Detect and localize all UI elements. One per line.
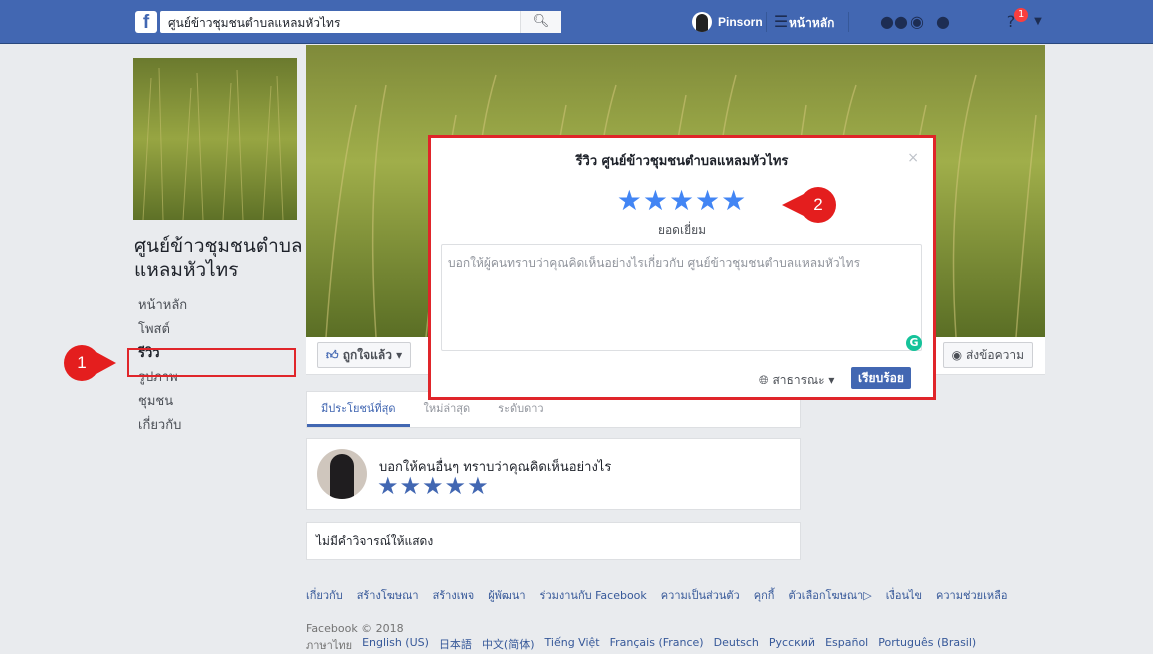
footer-link[interactable]: สร้างเพจ bbox=[433, 586, 475, 604]
grammarly-icon[interactable]: G bbox=[906, 335, 922, 351]
profile-link[interactable]: Pinsorn bbox=[692, 12, 763, 32]
footer-link[interactable]: ความเป็นส่วนตัว bbox=[661, 586, 740, 604]
footer-link[interactable]: คุกกี้ bbox=[754, 586, 775, 604]
messenger-icon: ◉ bbox=[951, 348, 963, 362]
like-label: ถูกใจแล้ว ▾ bbox=[342, 348, 403, 362]
sidebar-item-posts[interactable]: โพสต์ bbox=[134, 318, 299, 342]
language-link[interactable]: 中文(简体) bbox=[482, 636, 535, 654]
language-link[interactable]: 日本語 bbox=[439, 636, 472, 654]
submit-review-button[interactable]: เรียบร้อย bbox=[851, 367, 911, 389]
callout-one: 1 bbox=[64, 345, 116, 381]
sidebar-item-about[interactable]: เกี่ยวกับ bbox=[134, 414, 299, 438]
reviews-highlight-box bbox=[127, 348, 296, 377]
star-rating-input[interactable]: ★★★★★ bbox=[377, 472, 490, 500]
dialog-title: รีวิว ศูนย์ข้าวชุมชนตำบลแหลมหัวไทร bbox=[575, 154, 789, 169]
empty-reviews-message: ไม่มีคำวิจารณ์ให้แสดง bbox=[306, 522, 801, 560]
home-link[interactable]: หน้าหลัก bbox=[789, 14, 834, 33]
thumbs-up-icon: 👍︎ bbox=[326, 348, 339, 362]
language-link[interactable]: Español bbox=[825, 636, 868, 654]
language-list: ภาษาไทย English (US) 日本語 中文(简体) Tiếng Vi… bbox=[306, 636, 976, 654]
footer-link[interactable]: ร่วมงานกับ Facebook bbox=[540, 586, 647, 604]
language-link[interactable]: Deutsch bbox=[714, 636, 759, 654]
review-dialog: รีวิว ศูนย์ข้าวชุมชนตำบลแหลมหัวไทร × ★★★… bbox=[428, 135, 936, 400]
top-navigation-bar: f ศูนย์ข้าวชุมชนตำบลแหลมหัวไทร 🔍︎ Pinsor… bbox=[0, 0, 1153, 44]
language-link[interactable]: Português (Brasil) bbox=[878, 636, 976, 654]
callout-number: 2 bbox=[800, 187, 836, 223]
sidebar-item-home[interactable]: หน้าหลัก bbox=[134, 294, 299, 318]
user-name: Pinsorn bbox=[718, 15, 763, 29]
messenger-icon[interactable]: ◉ bbox=[906, 12, 928, 32]
search-input[interactable]: ศูนย์ข้าวชุมชนตำบลแหลมหัวไทร bbox=[160, 11, 560, 33]
help-icon[interactable]: ? bbox=[1000, 12, 1022, 32]
language-link[interactable]: Tiếng Việt bbox=[545, 636, 600, 654]
privacy-label: สาธารณะ ▾ bbox=[772, 373, 835, 387]
search-icon[interactable]: 🔍︎ bbox=[520, 11, 561, 33]
footer-link[interactable]: เกี่ยวกับ bbox=[306, 586, 343, 604]
write-review-card: บอกให้คนอื่นๆ ทราบว่าคุณคิดเห็นอย่างไร ★… bbox=[306, 438, 801, 510]
star-rating-selector[interactable]: ★★★★★ bbox=[431, 186, 933, 216]
language-link[interactable]: Русский bbox=[769, 636, 815, 654]
page-name[interactable]: ศูนย์ข้าวชุมชนตำบลแหลมหัวไทร bbox=[134, 234, 304, 282]
facebook-logo-icon[interactable]: f bbox=[135, 11, 157, 33]
divider bbox=[848, 12, 849, 32]
rating-label: ยอดเยี่ยม bbox=[657, 223, 707, 237]
like-button[interactable]: 👍︎ ถูกใจแล้ว ▾ bbox=[317, 342, 412, 368]
callout-two: 2 bbox=[782, 187, 836, 223]
send-message-button[interactable]: ◉ ส่งข้อความ bbox=[942, 342, 1033, 368]
globe-icon: 🌐︎ bbox=[759, 373, 769, 387]
footer-link[interactable]: ตัวเลือกโฆษณา▷ bbox=[788, 586, 871, 604]
sidebar-item-community[interactable]: ชุมชน bbox=[134, 390, 299, 414]
copyright-text: Facebook © 2018 bbox=[306, 622, 404, 635]
avatar bbox=[317, 449, 367, 499]
footer-link[interactable]: ความช่วยเหลือ bbox=[936, 586, 1007, 604]
privacy-selector[interactable]: 🌐︎ สาธารณะ ▾ bbox=[759, 371, 834, 390]
account-menu-icon[interactable]: ▼ bbox=[1027, 12, 1049, 32]
footer-links: เกี่ยวกับ สร้างโฆษณา สร้างเพจ ผู้พัฒนา ร… bbox=[306, 586, 1106, 604]
current-language: ภาษาไทย bbox=[306, 639, 353, 652]
language-link[interactable]: Français (France) bbox=[610, 636, 704, 654]
avatar bbox=[692, 12, 712, 32]
footer-link[interactable]: ผู้พัฒนา bbox=[488, 586, 525, 604]
notifications-icon[interactable]: ● bbox=[932, 12, 954, 32]
review-textarea[interactable]: บอกให้ผู้คนทราบว่าคุณคิดเห็นอย่างไรเกี่ย… bbox=[441, 244, 922, 351]
tab-most-helpful[interactable]: มีประโยชน์ที่สุด bbox=[307, 392, 410, 427]
divider bbox=[766, 12, 767, 32]
footer-link[interactable]: สร้างโฆษณา bbox=[357, 586, 419, 604]
close-icon[interactable]: × bbox=[907, 150, 919, 166]
callout-arrow-icon bbox=[94, 351, 116, 375]
page-profile-photo[interactable] bbox=[133, 58, 297, 220]
footer-link[interactable]: เงื่อนไข bbox=[886, 586, 922, 604]
message-label: ส่งข้อความ bbox=[965, 348, 1024, 362]
friend-requests-icon[interactable]: ●● bbox=[880, 12, 908, 32]
language-link[interactable]: English (US) bbox=[362, 636, 429, 654]
